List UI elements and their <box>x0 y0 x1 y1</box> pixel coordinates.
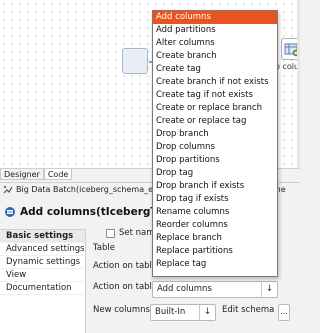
dropdown-option[interactable]: Create tag <box>153 63 277 76</box>
canvas-scrollbar[interactable] <box>297 0 300 168</box>
settings-nav: Basic settings Advanced settings Dynamic… <box>0 229 86 333</box>
dropdown-option[interactable]: Drop branch <box>153 128 277 141</box>
dropdown-option[interactable]: Drop tag <box>153 167 277 180</box>
dropdown-option[interactable]: Replace tag <box>153 258 277 271</box>
component-icon <box>5 206 15 217</box>
new-columns-select[interactable]: Built-In ↓ <box>150 304 216 321</box>
job-title: Big Data Batch(iceberg_schema_evo <box>16 185 163 194</box>
tab-code[interactable]: Code <box>43 169 73 180</box>
job-icon <box>3 185 13 193</box>
dropdown-option[interactable]: Drop columns <box>153 141 277 154</box>
nav-item-advanced-settings[interactable]: Advanced settings <box>0 243 85 256</box>
tab-designer[interactable]: Designer <box>0 169 44 180</box>
nav-item-dynamic-settings[interactable]: Dynamic settings <box>0 256 85 269</box>
table-label: Table <box>93 243 115 253</box>
dropdown-option[interactable]: Drop tag if exists <box>153 193 277 206</box>
dropdown-option[interactable]: Rename columns <box>153 206 277 219</box>
canvas-component-left[interactable] <box>122 48 161 74</box>
editor-tabs: Designer Code <box>0 169 73 180</box>
chevron-down-icon[interactable]: ↓ <box>261 282 277 297</box>
dropdown-option[interactable]: Create tag if not exists <box>153 89 277 102</box>
action-on-table-value: Add columns <box>157 284 212 294</box>
action-dropdown-list[interactable]: Add columns Add partitions Alter columns… <box>152 10 278 277</box>
nav-item-basic-settings[interactable]: Basic settings <box>0 230 85 243</box>
nav-item-documentation[interactable]: Documentation <box>0 282 85 295</box>
action-on-table-select[interactable]: Add columns ↓ <box>152 281 278 298</box>
new-columns-value: Built-In <box>155 307 186 317</box>
dropdown-option[interactable]: Replace partitions <box>153 245 277 258</box>
chevron-down-icon[interactable]: ↓ <box>199 305 215 320</box>
dropdown-option[interactable]: Drop partitions <box>153 154 277 167</box>
set-namespace-checkbox[interactable] <box>106 229 115 238</box>
dropdown-option[interactable]: Reorder columns <box>153 219 277 232</box>
dropdown-option[interactable]: Add partitions <box>153 24 277 37</box>
new-columns-label: New columns <box>93 305 150 315</box>
dropdown-option[interactable]: Create branch if not exists <box>153 76 277 89</box>
edit-schema-label: Edit schema <box>222 305 275 315</box>
dropdown-option[interactable]: Alter columns <box>153 37 277 50</box>
dropdown-option[interactable]: Create or replace tag <box>153 115 277 128</box>
dropdown-option[interactable]: Create branch <box>153 50 277 63</box>
action-on-table-label-2: Action on table <box>93 282 158 292</box>
dropdown-option[interactable]: Add columns <box>153 11 277 24</box>
nav-item-view[interactable]: View <box>0 269 85 282</box>
dropdown-option[interactable]: Replace branch <box>153 232 277 245</box>
edit-schema-button[interactable]: ... <box>278 304 290 321</box>
dropdown-option[interactable]: Create or replace branch <box>153 102 277 115</box>
action-on-table-label-1: Action on table <box>93 261 158 271</box>
dropdown-option[interactable]: Drop branch if exists <box>153 180 277 193</box>
